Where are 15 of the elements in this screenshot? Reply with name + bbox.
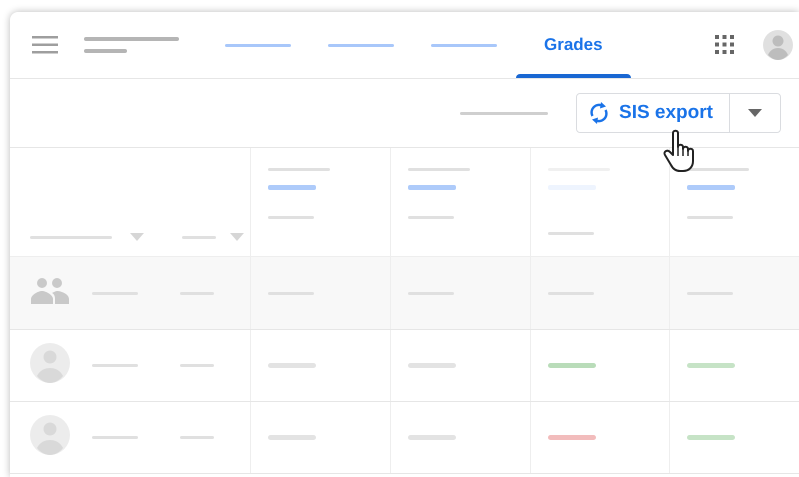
sort-caret-icon [230, 233, 244, 241]
sort-caret-icon [130, 233, 144, 241]
apps-grid-icon[interactable] [715, 35, 735, 55]
avatar-icon [30, 343, 70, 383]
menu-icon[interactable] [32, 36, 58, 54]
placeholder-line [408, 185, 456, 190]
sync-icon [589, 102, 610, 124]
avatar-icon[interactable] [763, 30, 793, 60]
people-icon [30, 278, 70, 304]
tab[interactable]: Grades [516, 12, 631, 78]
avatar-icon [30, 415, 70, 455]
caret-icon [748, 109, 762, 117]
placeholder-line [84, 49, 127, 53]
placeholder-line [687, 185, 735, 190]
placeholder-line [268, 185, 316, 190]
